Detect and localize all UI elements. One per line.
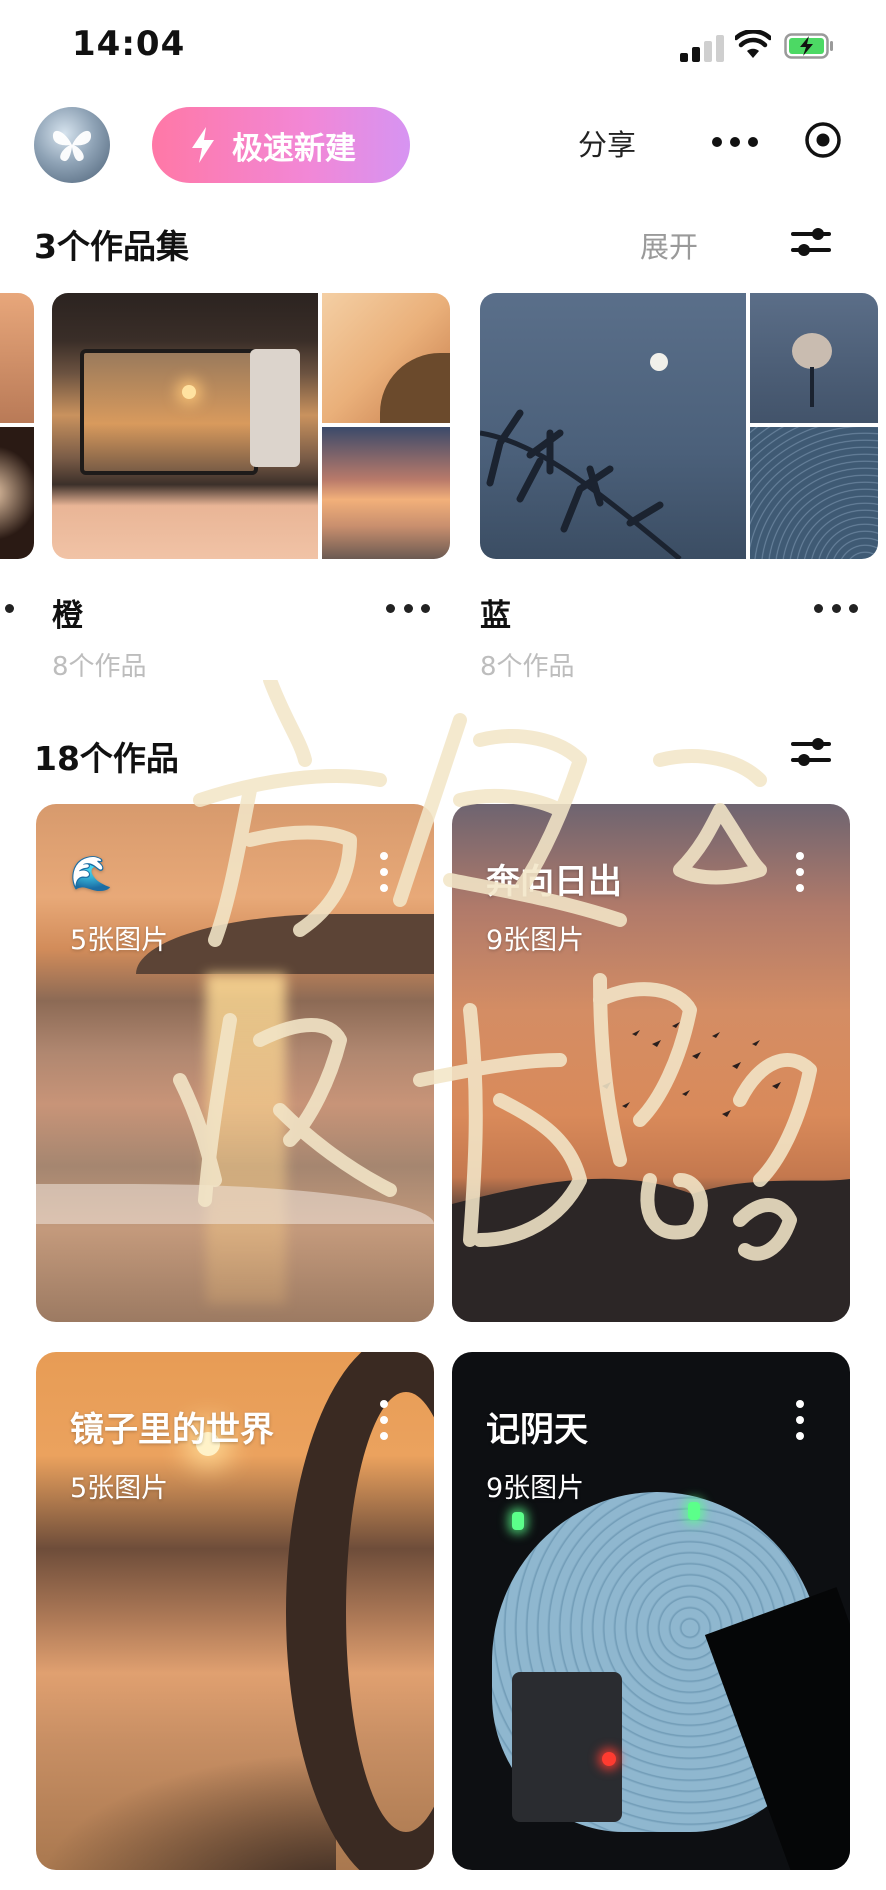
- works-title: 18个作品: [34, 739, 179, 778]
- collection-count: 8个作品: [480, 652, 575, 682]
- collection-thumb-image: [322, 427, 450, 559]
- collection-more-icon[interactable]: [386, 602, 430, 614]
- lightning-icon: [190, 126, 216, 164]
- expand-button[interactable]: 展开: [640, 224, 698, 266]
- more-options-icon[interactable]: [712, 126, 758, 158]
- collection-card-orange[interactable]: [52, 293, 450, 559]
- quick-create-button[interactable]: 极速新建: [152, 107, 410, 183]
- work-more-icon[interactable]: [796, 852, 806, 892]
- collection-cover-image: [52, 293, 318, 559]
- collection-thumb-image: [750, 427, 878, 559]
- work-card[interactable]: 🌊 5张图片: [36, 804, 434, 1322]
- work-title: 奔向日出: [486, 862, 622, 902]
- wifi-icon: [735, 30, 771, 58]
- collections-title: 3个作品集: [34, 227, 189, 266]
- work-more-icon[interactable]: [796, 1400, 806, 1440]
- collection-card-blue[interactable]: [480, 293, 878, 559]
- collection-card-partial[interactable]: [0, 293, 34, 559]
- collection-thumb-image: [750, 293, 878, 423]
- butterfly-icon: [52, 130, 92, 162]
- work-count: 9张图片: [486, 925, 585, 956]
- work-count: 9张图片: [486, 1473, 585, 1504]
- filter-settings-icon[interactable]: [790, 222, 832, 262]
- collection-name: 橙: [52, 598, 83, 634]
- collection-more-icon-partial[interactable]: [0, 602, 14, 614]
- cellular-signal-icon: [680, 32, 724, 62]
- collection-thumb-image: [322, 293, 450, 423]
- collection-name: 蓝: [480, 598, 511, 634]
- quick-create-label: 极速新建: [232, 130, 356, 167]
- filter-settings-icon[interactable]: [790, 732, 832, 772]
- work-title: 镜子里的世界: [70, 1410, 274, 1450]
- status-time: 14:04: [72, 24, 186, 64]
- work-count: 5张图片: [70, 925, 169, 956]
- work-title: 🌊: [70, 854, 113, 894]
- close-miniprogram-icon[interactable]: [804, 121, 842, 159]
- work-count: 5张图片: [70, 1473, 169, 1504]
- work-card[interactable]: 记阴天 9张图片: [452, 1352, 850, 1870]
- work-more-icon[interactable]: [380, 1400, 390, 1440]
- work-more-icon[interactable]: [380, 852, 390, 892]
- collection-count: 8个作品: [52, 652, 147, 682]
- battery-charging-icon: [784, 33, 833, 59]
- collection-more-icon[interactable]: [814, 602, 858, 614]
- user-avatar[interactable]: [34, 107, 110, 183]
- share-button[interactable]: 分享: [578, 122, 636, 164]
- collection-cover-image: [480, 293, 746, 559]
- work-card[interactable]: 奔向日出 9张图片: [452, 804, 850, 1322]
- work-card[interactable]: 镜子里的世界 5张图片: [36, 1352, 434, 1870]
- work-title: 记阴天: [486, 1410, 588, 1450]
